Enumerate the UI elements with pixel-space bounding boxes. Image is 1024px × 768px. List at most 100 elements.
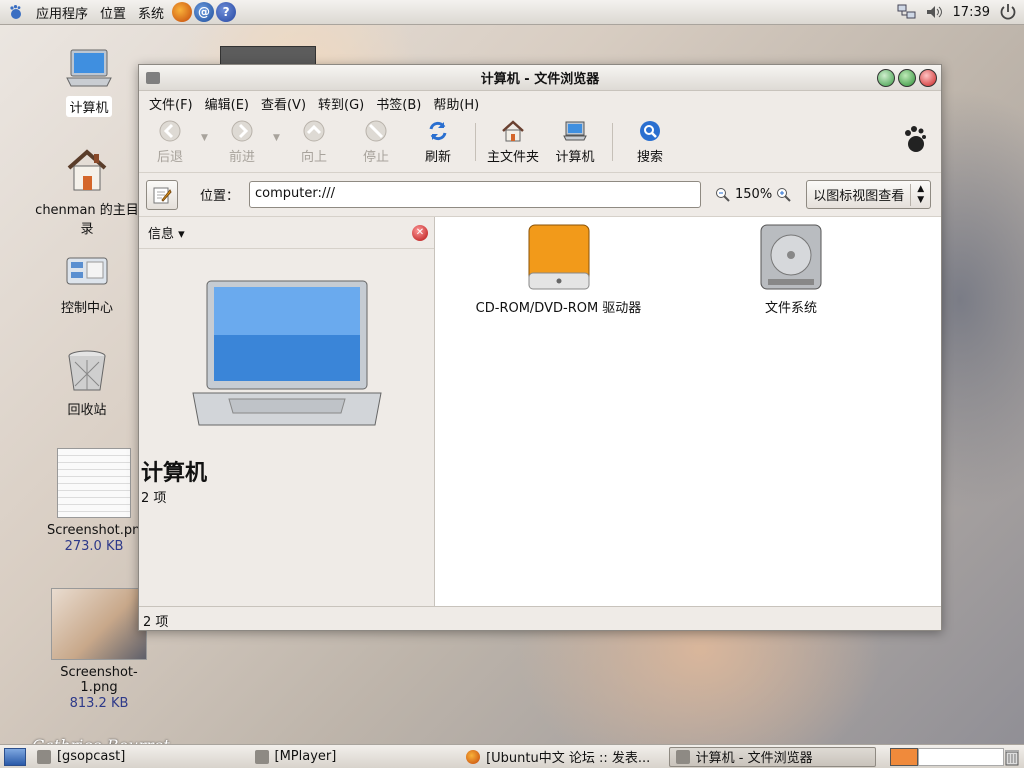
home-icon [501, 119, 525, 143]
screenshot-thumbnail [51, 588, 147, 660]
desktop-icon-label: 控制中心 [60, 301, 113, 316]
file-size: 273.0 KB [64, 539, 124, 554]
maximize-button[interactable] [898, 69, 916, 87]
zoom-control: 150% [715, 187, 792, 203]
view-mode-value: 以图标视图查看 [813, 189, 905, 204]
reload-button[interactable]: 刷新 [407, 119, 469, 165]
menu-bookmarks[interactable]: 书签(B) [370, 94, 427, 113]
up-arrow-icon [302, 119, 326, 143]
stop-button[interactable]: 停止 [345, 119, 407, 165]
close-button[interactable] [919, 69, 937, 87]
menu-applications[interactable]: 应用程序 [30, 3, 94, 22]
back-history-dropdown[interactable]: ▼ [201, 133, 211, 143]
window-title: 计算机 - 文件浏览器 [480, 72, 600, 87]
taskbar-item-mplayer[interactable]: [MPlayer] [248, 747, 456, 767]
desktop-icon-label: Screenshot.png [47, 523, 149, 538]
zoom-out-icon[interactable] [715, 187, 731, 203]
desktop-icon-computer[interactable]: 计算机 [34, 48, 144, 117]
up-button[interactable]: 向上 [283, 119, 345, 165]
help-launcher-icon[interactable]: ? [216, 2, 237, 22]
file-size: 813.2 KB [69, 696, 129, 711]
power-icon[interactable] [998, 3, 1018, 21]
zoom-level[interactable]: 150% [735, 187, 772, 202]
file-item-filesystem[interactable]: 文件系统 [741, 223, 841, 316]
search-label: 搜索 [636, 150, 663, 165]
taskbar-item-label: 计算机 - 文件浏览器 [695, 751, 813, 766]
window-icon [675, 749, 690, 764]
computer-icon [66, 49, 112, 87]
select-arrows-icon: ▲ ▼ [910, 184, 930, 206]
desktop-icon-control-center[interactable]: 控制中心 [32, 248, 142, 317]
toggle-location-entry-button[interactable] [146, 179, 178, 210]
desktop-icon-label: chenman 的主目录 [35, 203, 139, 237]
file-item-cdrom[interactable]: CD-ROM/DVD-ROM 驱动器 [471, 223, 646, 316]
side-pane-selector[interactable]: 信息 ▾ [148, 223, 185, 242]
side-pane-item-count: 2 项 [141, 491, 167, 506]
desktop-icon-label: 计算机 [66, 96, 112, 117]
computer-label: 计算机 [555, 150, 595, 165]
background-thumbnail [220, 46, 316, 66]
side-pane: 信息 ▾ ✕ 计算机 2 项 [139, 217, 440, 607]
menu-places[interactable]: 位置 [94, 3, 132, 22]
clock[interactable]: 17:39 [953, 5, 990, 20]
location-bar: 位置： computer:/// 150% 以图标视图查看 ▲ ▼ [139, 173, 941, 217]
minimize-button[interactable] [877, 69, 895, 87]
trash-icon [68, 350, 106, 391]
desktop-icon-screenshot[interactable]: Screenshot.png 273.0 KB [44, 448, 149, 554]
home-button[interactable]: 主文件夹 [482, 119, 544, 165]
side-pane-location-title: 计算机 [141, 461, 208, 486]
optical-drive-icon [528, 224, 589, 290]
toolbar-separator [475, 123, 476, 161]
main-menu-foot-icon[interactable] [8, 4, 24, 20]
computer-button[interactable]: 计算机 [544, 119, 606, 165]
desktop-icon-trash[interactable]: 回收站 [32, 346, 142, 419]
location-input[interactable]: computer:/// [249, 181, 702, 208]
side-pane-title: 信息 [148, 227, 175, 242]
toolbar: 后退 ▼ 前进 ▼ 向上 停止 刷新 主文件夹 计算机 搜索 [139, 115, 941, 173]
status-text: 2 项 [143, 615, 169, 630]
window-controls [877, 69, 937, 87]
search-button[interactable]: 搜索 [619, 119, 681, 165]
workspace-1[interactable] [890, 747, 919, 766]
location-label: 位置： [200, 189, 240, 204]
workspace-2[interactable] [918, 747, 1004, 766]
close-side-pane-icon[interactable]: ✕ [412, 225, 428, 241]
toolbar-separator [612, 123, 613, 161]
hard-disk-icon [760, 224, 822, 290]
forward-label: 前进 [228, 150, 255, 165]
window-icon [254, 749, 269, 764]
view-mode-select[interactable]: 以图标视图查看 ▲ ▼ [806, 180, 932, 209]
network-icon[interactable] [897, 3, 917, 21]
taskbar-item-firefox[interactable]: [Ubuntu中文 论坛 :: 发表... [459, 747, 665, 767]
show-desktop-button[interactable] [4, 747, 26, 766]
menu-edit[interactable]: 编辑(E) [199, 94, 255, 113]
back-button[interactable]: 后退 [139, 119, 201, 165]
desktop-icon-label: 回收站 [67, 403, 107, 418]
window-titlebar[interactable]: 计算机 - 文件浏览器 [139, 65, 941, 91]
computer-icon [563, 119, 587, 143]
trash-applet-icon[interactable] [1004, 748, 1020, 766]
mail-launcher-icon[interactable]: @ [194, 2, 215, 22]
menu-system[interactable]: 系统 [132, 3, 170, 22]
taskbar-item-gsopcast[interactable]: [gsopcast] [30, 747, 244, 767]
forward-button[interactable]: 前进 [211, 119, 273, 165]
system-tray: 17:39 [897, 3, 1024, 21]
menu-file[interactable]: 文件(F) [143, 94, 199, 113]
taskbar-item-file-browser[interactable]: 计算机 - 文件浏览器 [668, 746, 877, 767]
taskbar-item-label: [Ubuntu中文 论坛 :: 发表... [486, 751, 651, 766]
zoom-in-icon[interactable] [776, 187, 792, 203]
forward-history-dropdown[interactable]: ▼ [273, 133, 283, 143]
volume-icon[interactable] [925, 3, 945, 21]
back-label: 后退 [156, 150, 183, 165]
control-center-icon [66, 257, 108, 285]
firefox-launcher-icon[interactable] [172, 2, 193, 22]
forward-arrow-icon [230, 119, 254, 143]
desktop-icon-home[interactable]: chenman 的主目录 [32, 146, 142, 238]
file-icon-view[interactable]: CD-ROM/DVD-ROM 驱动器 文件系统 [435, 217, 941, 607]
taskbar-item-label: [gsopcast] [56, 749, 126, 764]
menu-go[interactable]: 转到(G) [312, 94, 370, 113]
home-label: 主文件夹 [486, 150, 539, 165]
side-pane-header: 信息 ▾ ✕ [139, 217, 434, 249]
menu-view[interactable]: 查看(V) [255, 94, 312, 113]
menu-help[interactable]: 帮助(H) [427, 94, 485, 113]
